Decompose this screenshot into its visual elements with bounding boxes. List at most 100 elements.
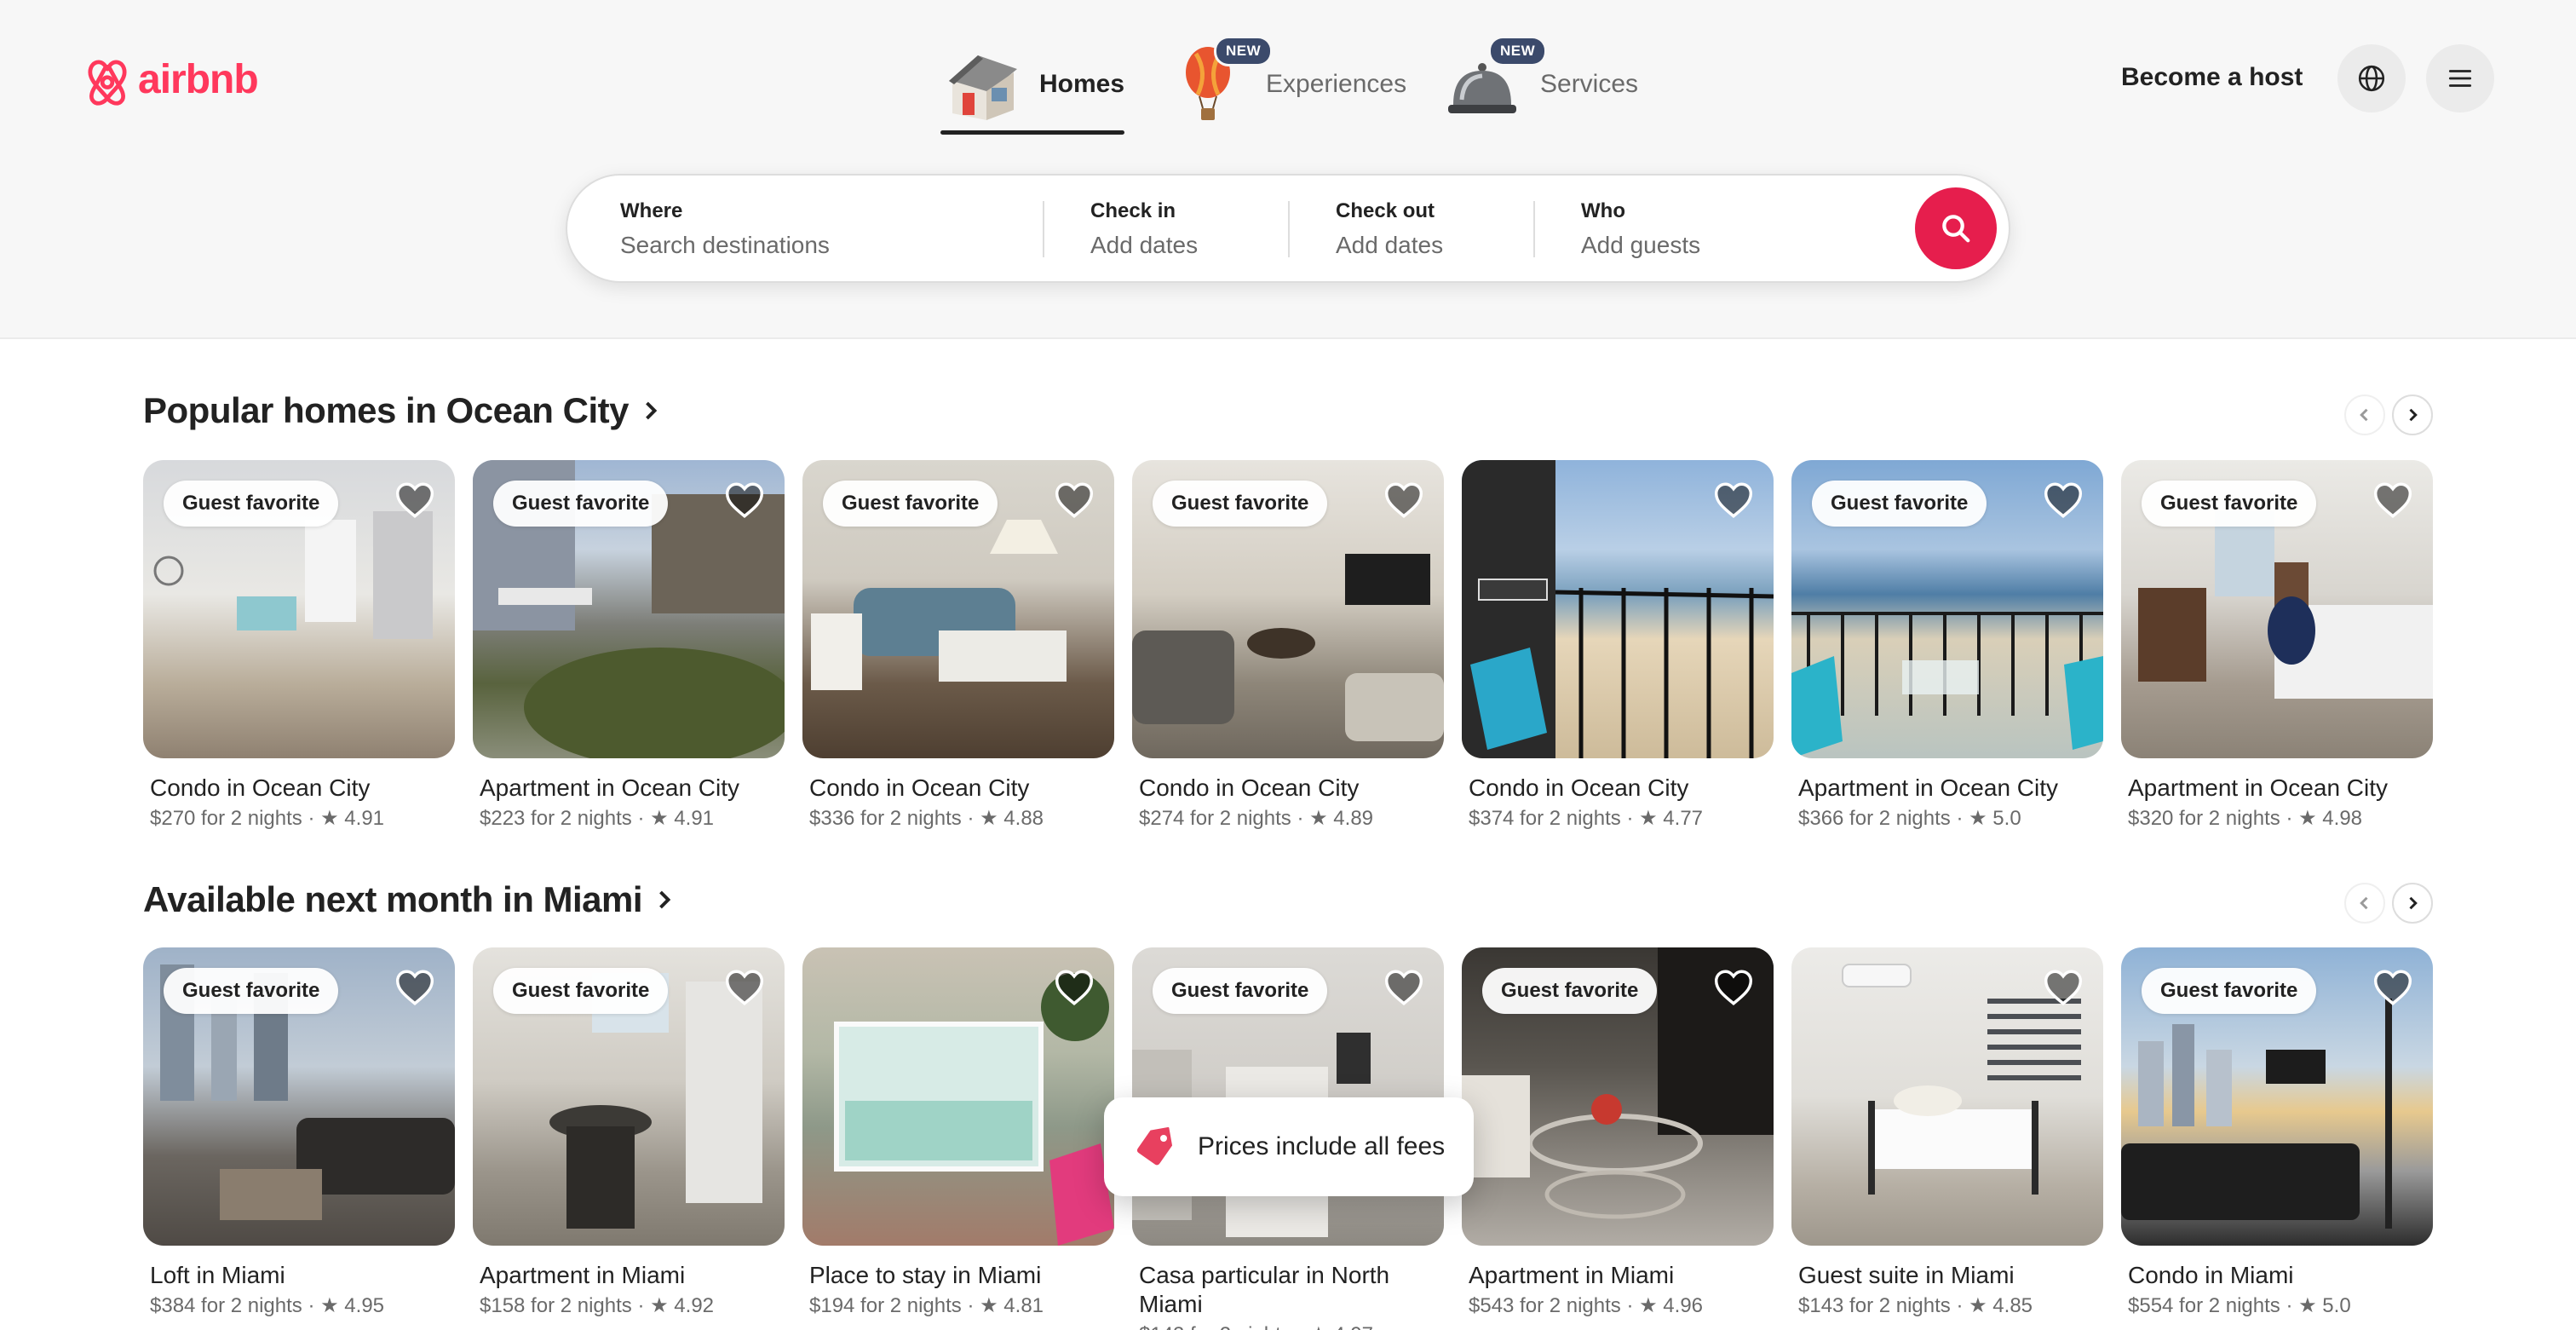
- check-out-value: Add dates: [1336, 232, 1444, 258]
- guest-favorite-badge: Guest favorite: [164, 481, 339, 527]
- check-in-field[interactable]: Check in Add dates: [1090, 176, 1303, 281]
- check-in-value: Add dates: [1090, 232, 1199, 258]
- listing-card[interactable]: Guest favorite Condo in Ocean City $336 …: [802, 460, 1114, 832]
- listing-photo[interactable]: Guest favorite: [473, 460, 785, 758]
- listing-photo[interactable]: [1791, 947, 2103, 1246]
- carousel-next-button[interactable]: [2392, 394, 2433, 435]
- airbnb-logo-icon: [88, 60, 127, 106]
- where-field[interactable]: Where Search destinations: [620, 176, 1029, 281]
- guest-favorite-badge: Guest favorite: [164, 968, 339, 1014]
- listing-title: Apartment in Miami: [480, 1262, 686, 1288]
- section-title-ocean-city[interactable]: Popular homes in Ocean City: [143, 390, 661, 431]
- who-value: Add guests: [1581, 232, 1701, 258]
- chevron-right-icon: [646, 401, 658, 420]
- heart-icon[interactable]: [394, 479, 436, 521]
- heart-icon[interactable]: [1053, 966, 1095, 1009]
- check-out-field[interactable]: Check out Add dates: [1336, 176, 1549, 281]
- heart-icon[interactable]: [2042, 966, 2084, 1009]
- service-bell-icon: NEW: [1441, 38, 1545, 125]
- listing-title: Place to stay in Miami: [809, 1262, 1042, 1288]
- heart-icon[interactable]: [2372, 479, 2414, 521]
- tab-services-label: Services: [1540, 70, 1639, 98]
- listing-card[interactable]: Guest suite in Miami $143 for 2 nights ·…: [1791, 947, 2103, 1319]
- listing-title: Casa particular in North Miami: [1139, 1262, 1390, 1317]
- carousel-prev-button[interactable]: [2344, 394, 2385, 435]
- guest-favorite-badge: Guest favorite: [823, 481, 998, 527]
- guest-favorite-badge: Guest favorite: [2142, 481, 2317, 527]
- language-button[interactable]: [2337, 44, 2406, 112]
- divider: [1288, 201, 1290, 257]
- heart-icon[interactable]: [723, 479, 766, 521]
- listing-card[interactable]: Guest favorite Apartment in Ocean City $…: [1791, 460, 2103, 832]
- carousel-prev-button[interactable]: [2344, 883, 2385, 924]
- listing-price-rating: $194 for 2 nights · ★ 4.81: [809, 1294, 1044, 1317]
- check-out-label: Check out: [1336, 199, 1435, 222]
- heart-icon[interactable]: [723, 966, 766, 1009]
- tab-homes[interactable]: Homes: [940, 37, 1125, 135]
- heart-icon[interactable]: [394, 966, 436, 1009]
- heart-icon[interactable]: [1712, 479, 1755, 521]
- listing-photo[interactable]: Guest favorite: [143, 460, 455, 758]
- where-label: Where: [620, 199, 683, 222]
- globe-icon: [2358, 65, 2385, 92]
- listing-price-rating: $270 for 2 nights · ★ 4.91: [150, 807, 385, 830]
- who-label: Who: [1581, 199, 1625, 222]
- listing-card[interactable]: Guest favorite Loft in Miami $384 for 2 …: [143, 947, 455, 1319]
- hot-air-balloon-icon: NEW: [1167, 38, 1271, 125]
- listing-photo[interactable]: Guest favorite: [473, 947, 785, 1246]
- brand-name: airbnb: [138, 56, 259, 102]
- listing-photo[interactable]: Guest favorite: [1462, 947, 1774, 1246]
- listing-title: Condo in Miami: [2128, 1262, 2294, 1288]
- carousel-next-button[interactable]: [2392, 883, 2433, 924]
- search-button[interactable]: [1915, 187, 1997, 269]
- airbnb-logo[interactable]: airbnb: [82, 51, 259, 107]
- header: airbnb Homes NEW Experiences NEW Service…: [0, 0, 2576, 339]
- section-title-text: Available next month in Miami: [143, 879, 643, 919]
- listing-price-rating: $336 for 2 nights · ★ 4.88: [809, 807, 1044, 830]
- listing-photo[interactable]: [802, 947, 1114, 1246]
- listing-photo[interactable]: Guest favorite: [2121, 947, 2433, 1246]
- listing-price-rating: $554 for 2 nights · ★ 5.0: [2128, 1294, 2351, 1317]
- listing-price-rating: $320 for 2 nights · ★ 4.98: [2128, 807, 2363, 830]
- tab-homes-label: Homes: [1039, 70, 1125, 98]
- heart-icon[interactable]: [1383, 479, 1425, 521]
- listing-photo[interactable]: Guest favorite: [1132, 460, 1444, 758]
- chevron-right-icon: [659, 890, 671, 909]
- listing-card[interactable]: Guest favorite Condo in Ocean City $274 …: [1132, 460, 1444, 832]
- heart-icon[interactable]: [2372, 966, 2414, 1009]
- listing-card[interactable]: Condo in Ocean City $374 for 2 nights · …: [1462, 460, 1774, 832]
- listing-photo[interactable]: Guest favorite: [2121, 460, 2433, 758]
- where-input[interactable]: Search destinations: [620, 232, 1029, 259]
- guest-favorite-badge: Guest favorite: [1153, 481, 1328, 527]
- main-menu-button[interactable]: [2426, 44, 2494, 112]
- listing-card[interactable]: Guest favorite Apartment in Miami $543 f…: [1462, 947, 1774, 1319]
- who-field[interactable]: Who Add guests: [1581, 176, 1888, 281]
- guest-favorite-badge: Guest favorite: [1153, 968, 1328, 1014]
- heart-icon[interactable]: [1053, 479, 1095, 521]
- heart-icon[interactable]: [1383, 966, 1425, 1009]
- listing-photo[interactable]: Guest favorite: [1132, 947, 1444, 1246]
- listing-price-rating: $366 for 2 nights · ★ 5.0: [1798, 807, 2021, 830]
- listing-price-rating: $143 for 2 nights · ★ 4.85: [1798, 1294, 2033, 1317]
- prices-include-fees-toast[interactable]: Prices include all fees: [1104, 1097, 1474, 1196]
- listing-card[interactable]: Guest favorite Apartment in Ocean City $…: [473, 460, 785, 832]
- listing-photo[interactable]: Guest favorite: [143, 947, 455, 1246]
- section-title-miami[interactable]: Available next month in Miami: [143, 879, 675, 920]
- listing-price-rating: $374 for 2 nights · ★ 4.77: [1469, 807, 1704, 830]
- listing-photo[interactable]: Guest favorite: [802, 460, 1114, 758]
- listing-price-rating: $143 for 2 nights · ★ 4.97: [1132, 1322, 1444, 1330]
- tab-services[interactable]: NEW Services: [1441, 37, 1638, 131]
- toast-text: Prices include all fees: [1198, 1132, 1446, 1160]
- listing-card[interactable]: Guest favorite Apartment in Ocean City $…: [2121, 460, 2433, 832]
- become-a-host-link[interactable]: Become a host: [2121, 63, 2303, 92]
- listing-card[interactable]: Guest favorite Condo in Ocean City $270 …: [143, 460, 455, 832]
- heart-icon[interactable]: [2042, 479, 2084, 521]
- listing-card[interactable]: Guest favorite Apartment in Miami $158 f…: [473, 947, 785, 1319]
- listing-card[interactable]: Place to stay in Miami $194 for 2 nights…: [802, 947, 1114, 1319]
- tab-experiences[interactable]: NEW Experiences: [1167, 37, 1406, 131]
- divider: [1533, 201, 1535, 257]
- listing-card[interactable]: Guest favorite Condo in Miami $554 for 2…: [2121, 947, 2433, 1319]
- listing-photo[interactable]: Guest favorite: [1791, 460, 2103, 758]
- listing-photo[interactable]: [1462, 460, 1774, 758]
- heart-icon[interactable]: [1712, 966, 1755, 1009]
